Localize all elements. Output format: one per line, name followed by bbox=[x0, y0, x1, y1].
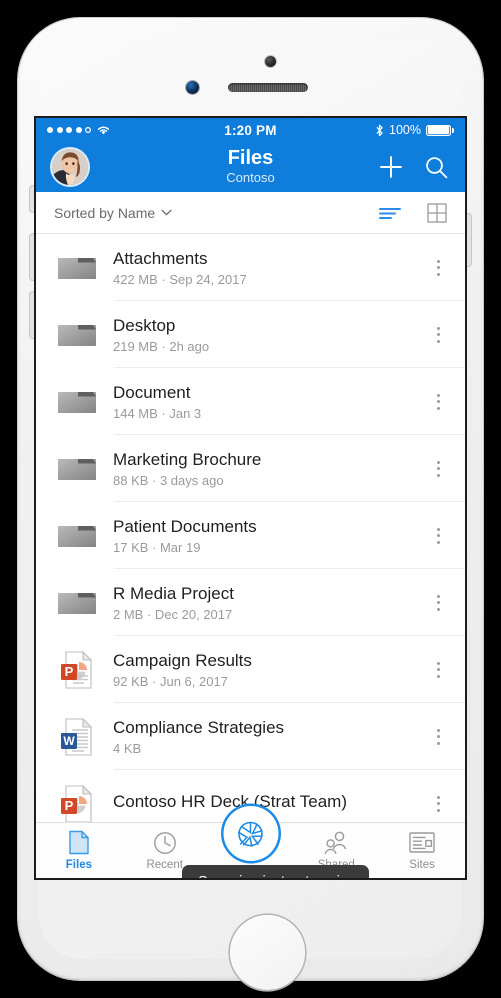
folder-icon bbox=[56, 521, 98, 551]
power-button[interactable] bbox=[466, 214, 471, 266]
more-options-icon[interactable] bbox=[427, 527, 449, 544]
more-options-icon[interactable] bbox=[427, 393, 449, 410]
tab-label: Recent bbox=[146, 859, 183, 871]
sort-bar: Sorted by Name bbox=[36, 192, 465, 234]
file-name: Campaign Results bbox=[113, 650, 252, 670]
page-title: Files bbox=[227, 146, 274, 169]
file-meta: 88 KB · 3 days ago bbox=[113, 473, 224, 489]
table-row[interactable]: Marketing Brochure 88 KB · 3 days ago bbox=[36, 435, 465, 502]
camera-aperture-icon bbox=[237, 821, 263, 847]
sites-icon bbox=[409, 830, 435, 855]
more-options-icon[interactable] bbox=[427, 728, 449, 745]
search-icon[interactable] bbox=[424, 155, 449, 180]
table-row[interactable]: P Campaign Results 92 KB · Jun 6, 2017 bbox=[36, 636, 465, 703]
table-row[interactable]: W Compliance Strategies 4 KB bbox=[36, 703, 465, 770]
file-meta: 219 MB · 2h ago bbox=[113, 339, 210, 355]
file-list: Attachments 422 MB · Sep 24, 2017 Deskto… bbox=[36, 234, 465, 837]
status-bar: 1:20 PM 100% bbox=[36, 118, 465, 142]
nav-actions bbox=[378, 154, 449, 180]
folder-icon bbox=[56, 454, 98, 484]
file-text: Contoso HR Deck (Strat Team) bbox=[113, 791, 427, 815]
more-options-icon[interactable] bbox=[427, 795, 449, 812]
folder-icon bbox=[56, 320, 98, 350]
file-text: Campaign Results 92 KB · Jun 6, 2017 bbox=[113, 650, 427, 689]
clock-icon bbox=[153, 830, 177, 855]
file-name: Attachments bbox=[113, 248, 208, 268]
home-button[interactable] bbox=[230, 915, 305, 990]
view-toggles bbox=[379, 202, 447, 223]
svg-text:P: P bbox=[65, 664, 74, 679]
battery-percent-label: 100% bbox=[389, 123, 421, 137]
tab-sites[interactable]: Sites bbox=[379, 823, 465, 871]
file-name: Patient Documents bbox=[113, 516, 257, 536]
folder-icon bbox=[56, 253, 98, 283]
file-text: Document 144 MB · Jan 3 bbox=[113, 382, 427, 421]
bluetooth-icon bbox=[376, 124, 383, 136]
more-options-icon[interactable] bbox=[427, 460, 449, 477]
powerpoint-file-icon: P bbox=[56, 784, 98, 824]
people-icon bbox=[323, 830, 349, 855]
table-row[interactable]: Document 144 MB · Jan 3 bbox=[36, 368, 465, 435]
file-text: Desktop 219 MB · 2h ago bbox=[113, 315, 427, 354]
scan-button[interactable] bbox=[223, 806, 278, 861]
sort-label: Sorted by Name bbox=[54, 204, 156, 221]
earpiece-speaker bbox=[228, 83, 308, 92]
tab-label: Files bbox=[65, 859, 92, 871]
file-text: Compliance Strategies 4 KB bbox=[113, 717, 427, 756]
svg-text:P: P bbox=[65, 798, 74, 813]
tab-shared[interactable]: Shared bbox=[293, 823, 379, 871]
word-file-icon: W bbox=[56, 717, 98, 757]
silent-switch[interactable] bbox=[30, 186, 35, 212]
battery-icon bbox=[426, 125, 451, 136]
chevron-down-icon bbox=[161, 209, 172, 216]
svg-text:W: W bbox=[63, 734, 75, 748]
table-row[interactable]: Patient Documents 17 KB · Mar 19 bbox=[36, 502, 465, 569]
file-page-icon bbox=[68, 830, 90, 855]
proximity-sensor-icon bbox=[186, 81, 199, 94]
tab-files[interactable]: Files bbox=[36, 823, 122, 871]
avatar[interactable] bbox=[52, 149, 88, 185]
file-name: Marketing Brochure bbox=[113, 449, 262, 469]
file-name: Contoso HR Deck (Strat Team) bbox=[113, 792, 347, 812]
volume-down-button[interactable] bbox=[30, 292, 35, 338]
file-text: Marketing Brochure 88 KB · 3 days ago bbox=[113, 449, 427, 488]
grid-view-icon[interactable] bbox=[427, 202, 447, 223]
file-meta: 4 KB bbox=[113, 741, 142, 757]
sort-button[interactable]: Sorted by Name bbox=[54, 205, 172, 221]
folder-icon bbox=[56, 588, 98, 618]
file-meta: 92 KB · Jun 6, 2017 bbox=[113, 674, 228, 690]
tab-recent[interactable]: Recent bbox=[122, 823, 208, 871]
volume-up-button[interactable] bbox=[30, 234, 35, 280]
file-text: Patient Documents 17 KB · Mar 19 bbox=[113, 516, 427, 555]
file-text: R Media Project 2 MB · Dec 20, 2017 bbox=[113, 583, 427, 622]
table-row[interactable]: R Media Project 2 MB · Dec 20, 2017 bbox=[36, 569, 465, 636]
navigation-bar: Files Contoso bbox=[36, 142, 465, 192]
more-options-icon[interactable] bbox=[427, 594, 449, 611]
tab-label: Sites bbox=[409, 859, 435, 871]
phone-screen: 1:20 PM 100% Files Contoso Sorted by Nam… bbox=[36, 118, 465, 878]
powerpoint-file-icon: P bbox=[56, 650, 98, 690]
file-name: R Media Project bbox=[113, 583, 234, 603]
more-options-icon[interactable] bbox=[427, 326, 449, 343]
file-text: Attachments 422 MB · Sep 24, 2017 bbox=[113, 248, 427, 287]
file-meta: 17 KB · Mar 19 bbox=[113, 540, 201, 556]
file-name: Desktop bbox=[113, 315, 176, 335]
file-meta: 422 MB · Sep 24, 2017 bbox=[113, 272, 247, 288]
front-camera-icon bbox=[265, 56, 276, 67]
add-icon[interactable] bbox=[378, 154, 404, 180]
table-row[interactable]: Desktop 219 MB · 2h ago bbox=[36, 301, 465, 368]
more-options-icon[interactable] bbox=[427, 259, 449, 276]
list-view-icon[interactable] bbox=[379, 206, 401, 220]
more-options-icon[interactable] bbox=[427, 661, 449, 678]
file-name: Document bbox=[113, 382, 191, 402]
table-row[interactable]: Attachments 422 MB · Sep 24, 2017 bbox=[36, 234, 465, 301]
status-bar-right: 100% bbox=[375, 123, 454, 137]
page-subtitle: Contoso bbox=[226, 169, 275, 185]
scanning-tooltip: Scanning just got easier bbox=[182, 865, 369, 878]
folder-icon bbox=[56, 387, 98, 417]
file-meta: 144 MB · Jan 3 bbox=[113, 406, 202, 422]
tab-scan-spacer: . bbox=[208, 806, 294, 861]
file-name: Compliance Strategies bbox=[113, 717, 285, 737]
file-meta: 2 MB · Dec 20, 2017 bbox=[113, 607, 233, 623]
